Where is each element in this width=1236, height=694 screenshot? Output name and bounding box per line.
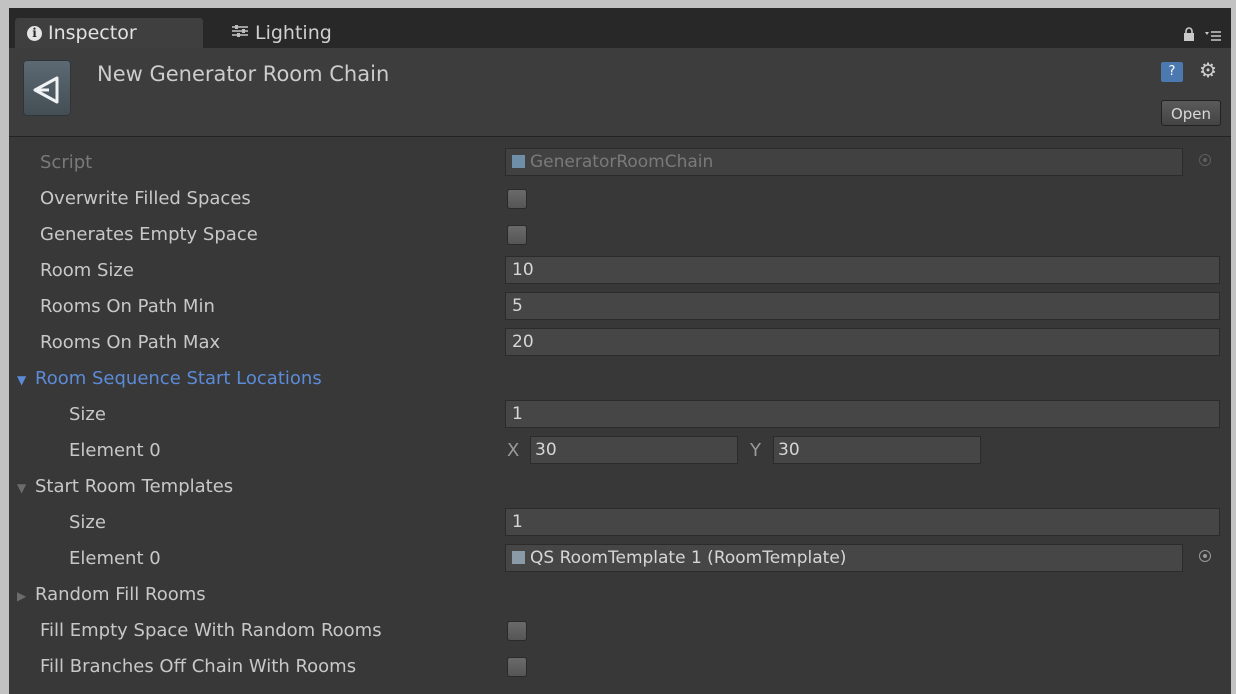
foldout-start-locations[interactable]: ▼ Room Sequence Start Locations — [9, 361, 1231, 397]
generates-empty-checkbox[interactable] — [507, 225, 527, 245]
property-row-start-locations-element: Element 0 X 30 Y 30 — [9, 433, 1231, 469]
script-label: Script — [40, 152, 93, 173]
foldout-random-fill[interactable]: ▶ Random Fill Rooms — [9, 577, 1231, 613]
fill-empty-checkbox[interactable] — [507, 621, 527, 641]
info-icon: i — [27, 25, 42, 41]
start-templates-label: Start Room Templates — [35, 476, 234, 497]
inspector-header: New Generator Room Chain ? ⚙ Open — [9, 48, 1231, 137]
tab-lighting-label: Lighting — [255, 22, 332, 44]
start-templates-size-field[interactable]: 1 — [505, 508, 1220, 536]
start-locations-size-label: Size — [69, 404, 106, 425]
help-icon[interactable]: ? — [1161, 62, 1183, 82]
start-templates-size-label: Size — [69, 512, 106, 533]
foldout-start-templates[interactable]: ▼ Start Room Templates — [9, 469, 1231, 505]
property-row-room-size: Room Size 10 — [9, 253, 1231, 289]
start-templates-element-field[interactable]: QS RoomTemplate 1 (RoomTemplate) — [505, 544, 1183, 572]
y-field[interactable]: 30 — [773, 436, 981, 464]
property-row-script: Script GeneratorRoomChain — [9, 145, 1231, 181]
room-size-label: Room Size — [40, 260, 134, 281]
object-title: New Generator Room Chain — [97, 62, 390, 86]
tab-inspector[interactable]: i Inspector — [15, 18, 203, 48]
script-value: GeneratorRoomChain — [530, 152, 714, 172]
unity-script-asset-icon — [23, 60, 71, 116]
start-templates-element-value: QS RoomTemplate 1 (RoomTemplate) — [530, 548, 847, 568]
foldout-collapsed-icon: ▶ — [17, 589, 27, 603]
rooms-min-label: Rooms On Path Min — [40, 296, 215, 317]
x-label: X — [507, 440, 520, 461]
y-label: Y — [750, 440, 761, 461]
rooms-min-field[interactable]: 5 — [505, 292, 1220, 320]
overwrite-checkbox[interactable] — [507, 189, 527, 209]
open-button[interactable]: Open — [1161, 100, 1221, 126]
overwrite-label: Overwrite Filled Spaces — [40, 188, 251, 209]
property-row-fill-branches: Fill Branches Off Chain With Rooms — [9, 649, 1231, 685]
script-field: GeneratorRoomChain — [505, 148, 1183, 176]
property-row-fill-empty: Fill Empty Space With Random Rooms — [9, 613, 1231, 649]
property-row-rooms-max: Rooms On Path Max 20 — [9, 325, 1231, 361]
tab-lighting[interactable]: Lighting — [219, 18, 379, 48]
property-row-rooms-min: Rooms On Path Min 5 — [9, 289, 1231, 325]
cs-script-icon — [512, 155, 525, 168]
lighting-icon — [231, 22, 249, 44]
property-row-generates-empty: Generates Empty Space — [9, 217, 1231, 253]
tab-menu-icon[interactable] — [1205, 26, 1221, 45]
x-field[interactable]: 30 — [530, 436, 738, 464]
script-picker-icon — [1199, 154, 1211, 166]
object-picker-icon[interactable] — [1199, 550, 1211, 562]
foldout-random-fill-header: ▶ Random Fill Rooms — [17, 584, 206, 605]
start-locations-element-label: Element 0 — [69, 440, 161, 461]
property-row-overwrite: Overwrite Filled Spaces — [9, 181, 1231, 217]
property-row-start-templates-size: Size 1 — [9, 505, 1231, 541]
tab-inspector-label: Inspector — [48, 22, 137, 44]
lock-icon[interactable] — [1183, 26, 1195, 45]
rooms-max-label: Rooms On Path Max — [40, 332, 221, 353]
start-locations-size-field[interactable]: 1 — [505, 400, 1220, 428]
start-locations-label: Room Sequence Start Locations — [35, 368, 322, 389]
random-fill-label: Random Fill Rooms — [35, 584, 206, 605]
foldout-start-templates-header: ▼ Start Room Templates — [17, 476, 233, 497]
gear-icon[interactable]: ⚙ — [1199, 58, 1217, 82]
fill-branches-checkbox[interactable] — [507, 657, 527, 677]
room-size-field[interactable]: 10 — [505, 256, 1220, 284]
foldout-expanded-icon: ▼ — [17, 481, 27, 495]
generates-empty-label: Generates Empty Space — [40, 224, 258, 245]
tab-bar: i Inspector Lighting — [9, 8, 1231, 48]
property-list: Script GeneratorRoomChain Overwrite Fill… — [9, 145, 1231, 685]
room-template-asset-icon — [512, 551, 525, 564]
property-row-start-locations-size: Size 1 — [9, 397, 1231, 433]
foldout-start-locations-header: ▼ Room Sequence Start Locations — [17, 368, 322, 389]
rooms-max-field[interactable]: 20 — [505, 328, 1220, 356]
fill-empty-label: Fill Empty Space With Random Rooms — [40, 620, 382, 641]
property-row-start-templates-element: Element 0 QS RoomTemplate 1 (RoomTemplat… — [9, 541, 1231, 577]
foldout-expanded-icon: ▼ — [17, 373, 27, 387]
fill-branches-label: Fill Branches Off Chain With Rooms — [40, 656, 357, 677]
inspector-window: i Inspector Lighting New Generator Room … — [9, 8, 1231, 694]
start-templates-element-label: Element 0 — [69, 548, 161, 569]
